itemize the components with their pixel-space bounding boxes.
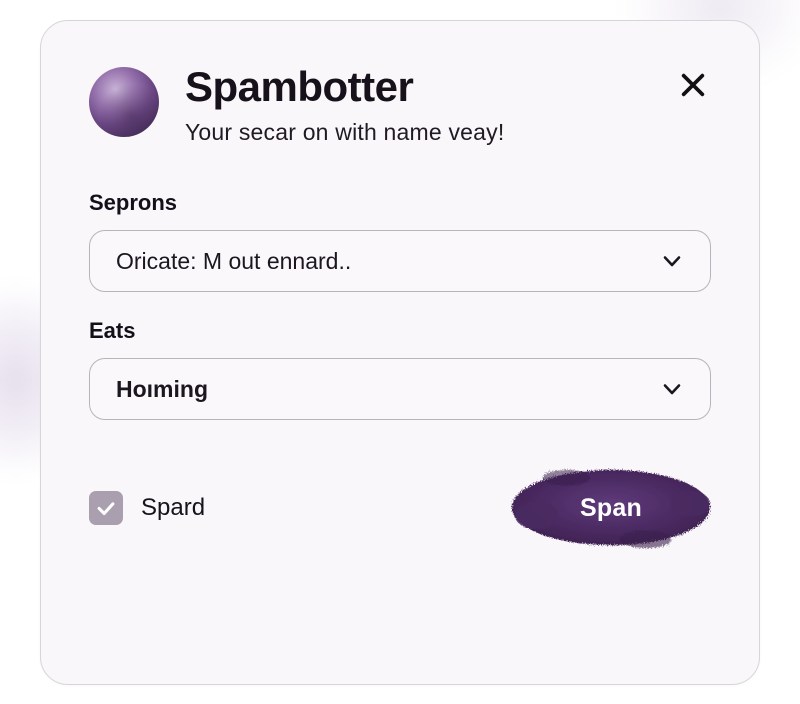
checkbox-spard[interactable] xyxy=(89,491,123,525)
checkbox-label: Spard xyxy=(141,494,205,522)
dialog-header: Spambotter Your secar on with name veay! xyxy=(89,61,711,146)
chevron-down-icon xyxy=(660,377,684,401)
close-button[interactable] xyxy=(671,63,715,107)
field-label-eats: Eats xyxy=(89,318,711,344)
field-seprons: Seprons Oricate: M out ennard.. xyxy=(89,190,711,292)
select-value-seprons: Oricate: M out ennard.. xyxy=(116,248,351,275)
dialog-footer: Spard xyxy=(89,468,711,548)
chevron-down-icon xyxy=(660,249,684,273)
select-value-eats: Hoıming xyxy=(116,376,208,403)
checkbox-row: Spard xyxy=(89,491,205,525)
title-block: Spambotter Your secar on with name veay! xyxy=(185,61,504,146)
dialog-subtitle: Your secar on with name veay! xyxy=(185,119,504,146)
select-seprons[interactable]: Oricate: M out ennard.. xyxy=(89,230,711,292)
field-eats: Eats Hoıming xyxy=(89,318,711,420)
field-label-seprons: Seprons xyxy=(89,190,711,216)
dialog-card: Spambotter Your secar on with name veay!… xyxy=(40,20,760,685)
check-icon xyxy=(95,497,117,519)
dialog-title: Spambotter xyxy=(185,65,504,109)
close-icon xyxy=(679,71,707,99)
select-eats[interactable]: Hoıming xyxy=(89,358,711,420)
primary-button[interactable]: Span xyxy=(511,468,711,548)
avatar xyxy=(89,67,159,137)
primary-button-label: Span xyxy=(580,494,642,523)
